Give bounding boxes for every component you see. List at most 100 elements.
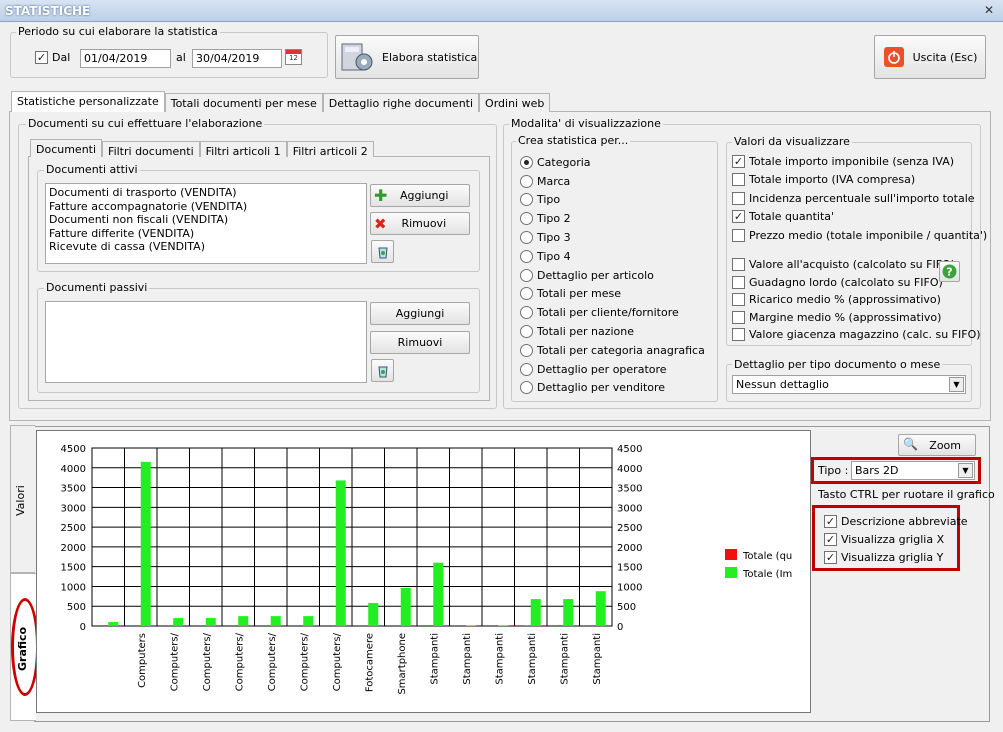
checkbox[interactable] xyxy=(732,275,745,289)
list-item[interactable]: Ricevute di cassa (VENDITA) xyxy=(49,240,363,254)
radio-button[interactable] xyxy=(520,249,533,263)
calendar-icon[interactable]: 12 xyxy=(285,49,302,65)
tab-filtri-articoli-1[interactable]: Filtri articoli 1 xyxy=(199,141,287,158)
radio-option[interactable]: Totali per mese xyxy=(520,285,705,304)
checkbox-option[interactable]: ✓ Descrizione abbreviate xyxy=(824,512,968,530)
list-item[interactable]: Fatture accompagnatorie (VENDITA) xyxy=(49,200,363,214)
radio-button[interactable] xyxy=(520,381,533,395)
date-to-field[interactable]: 30/04/2019 xyxy=(192,49,282,68)
radio-button[interactable] xyxy=(520,155,533,169)
checkbox[interactable]: ✓ xyxy=(732,210,745,224)
radio-option[interactable]: Tipo 4 xyxy=(520,247,705,266)
checkbox[interactable]: ✓ xyxy=(824,514,837,528)
checkbox[interactable] xyxy=(732,173,745,187)
tab-documenti[interactable]: Documenti xyxy=(30,139,103,157)
dal-checkbox-row[interactable]: ✓ Dal xyxy=(35,51,70,64)
tab-totali-documenti[interactable]: Totali documenti per mese xyxy=(164,93,323,112)
tab-ordini-web[interactable]: Ordini web xyxy=(479,93,551,112)
checkbox[interactable] xyxy=(732,191,745,205)
checkbox-option[interactable]: ✓ Totale importo imponibile (senza IVA) xyxy=(732,152,987,171)
elabora-label: Elabora statistica xyxy=(382,50,478,64)
checkbox-option[interactable]: ✓ Visualizza griglia Y xyxy=(824,548,968,566)
tipo-select[interactable]: Bars 2D ▼ xyxy=(851,461,975,480)
radio-label: Dettaglio per operatore xyxy=(537,362,667,376)
radio-button[interactable] xyxy=(520,174,533,188)
attivi-rimuovi-button[interactable]: ✖ Rimuovi xyxy=(370,212,470,235)
help-button[interactable]: ? xyxy=(939,261,960,282)
tab-filtri-documenti[interactable]: Filtri documenti xyxy=(102,141,200,158)
radio-option[interactable]: Marca xyxy=(520,172,705,191)
radio-button[interactable] xyxy=(520,287,533,301)
dettaglio-select[interactable]: Nessun dettaglio ▼ xyxy=(732,375,966,394)
radio-button[interactable] xyxy=(520,362,533,376)
list-item[interactable]: Documenti di trasporto (VENDITA) xyxy=(49,186,363,200)
passivi-rimuovi-button[interactable]: Rimuovi xyxy=(370,331,470,354)
elabora-button[interactable]: Elabora statistica xyxy=(335,35,479,79)
aggiungi-label: Aggiungi xyxy=(399,189,449,202)
close-icon[interactable]: ✕ xyxy=(981,3,997,17)
tab-valori[interactable]: Valori xyxy=(10,425,35,573)
passivi-list[interactable] xyxy=(45,301,367,383)
radio-option[interactable]: Totali per categoria anagrafica xyxy=(520,341,705,360)
radio-button[interactable] xyxy=(520,268,533,282)
checkbox[interactable] xyxy=(732,310,745,324)
zoom-button[interactable]: 🔍 Zoom xyxy=(898,434,976,456)
passivi-clear-button[interactable] xyxy=(371,359,394,382)
radio-option[interactable]: Tipo 2 xyxy=(520,209,705,228)
tab-filtri-articoli-2[interactable]: Filtri articoli 2 xyxy=(286,141,374,158)
checkbox[interactable]: ✓ xyxy=(824,550,837,564)
tab-dettaglio-righe[interactable]: Dettaglio righe documenti xyxy=(322,93,480,112)
checkbox[interactable]: ✓ xyxy=(824,532,837,546)
radio-button[interactable] xyxy=(520,212,533,226)
checkbox[interactable] xyxy=(732,293,745,307)
checkbox-option[interactable]: Valore giacenza magazzino (calc. su FIFO… xyxy=(732,326,981,344)
svg-text:?: ? xyxy=(946,266,952,279)
radio-button[interactable] xyxy=(520,193,533,207)
uscita-button[interactable]: Uscita (Esc) xyxy=(874,35,986,79)
legend-label: Totale (qu xyxy=(742,551,792,562)
x-tick-label: Smartphone xyxy=(397,633,408,695)
radio-option[interactable]: Dettaglio per operatore xyxy=(520,360,705,379)
attivi-clear-button[interactable] xyxy=(371,240,394,263)
radio-option[interactable]: Totali per nazione xyxy=(520,322,705,341)
legend-swatch xyxy=(725,567,737,578)
aggiungi-label: Aggiungi xyxy=(395,307,445,320)
checkbox-option[interactable]: ✓ Totale quantita' xyxy=(732,208,987,227)
list-item[interactable]: Documenti non fiscali (VENDITA) xyxy=(49,213,363,227)
x-tick-label: Stampanti xyxy=(494,633,505,685)
radio-option[interactable]: Dettaglio per venditore xyxy=(520,379,705,398)
uscita-label: Uscita (Esc) xyxy=(912,50,978,64)
radio-option[interactable]: Categoria xyxy=(520,153,705,172)
radio-option[interactable]: Tipo xyxy=(520,191,705,210)
radio-option[interactable]: Tipo 3 xyxy=(520,228,705,247)
checkbox-option[interactable]: Incidenza percentuale sull'importo total… xyxy=(732,189,987,208)
window-title: STATISTICHE xyxy=(5,4,91,18)
passivi-aggiungi-button[interactable]: Aggiungi xyxy=(370,302,470,325)
checkbox-option[interactable]: ✓ Visualizza griglia X xyxy=(824,530,968,548)
checkbox[interactable] xyxy=(732,328,745,342)
checkbox[interactable] xyxy=(732,228,745,242)
checkbox-label: Totale importo (IVA compresa) xyxy=(749,173,916,187)
attivi-list[interactable]: Documenti di trasporto (VENDITA) Fatture… xyxy=(45,183,367,264)
checkbox-option[interactable]: Ricarico medio % (approssimativo) xyxy=(732,291,981,309)
checkbox[interactable] xyxy=(732,258,745,272)
radio-button[interactable] xyxy=(520,343,533,357)
date-from-field[interactable]: 01/04/2019 xyxy=(80,49,171,68)
dropdown-arrow-icon[interactable]: ▼ xyxy=(958,463,973,478)
dal-checkbox[interactable]: ✓ xyxy=(35,51,48,64)
tab-statistiche-personalizzate[interactable]: Statistiche personalizzate xyxy=(11,91,165,112)
radio-option[interactable]: Totali per cliente/fornitore xyxy=(520,303,705,322)
radio-button[interactable] xyxy=(520,306,533,320)
radio-button[interactable] xyxy=(520,231,533,245)
checkbox-option[interactable]: Margine medio % (approssimativo) xyxy=(732,309,981,327)
bar-totale-qu xyxy=(524,625,530,626)
dropdown-arrow-icon[interactable]: ▼ xyxy=(949,377,964,392)
radio-option[interactable]: Dettaglio per articolo xyxy=(520,266,705,285)
checkbox[interactable]: ✓ xyxy=(732,154,745,168)
attivi-aggiungi-button[interactable]: ✚ Aggiungi xyxy=(370,184,470,207)
checkbox-option[interactable]: Prezzo medio (totale imponibile / quanti… xyxy=(732,226,987,245)
bar-totale-im xyxy=(530,599,541,626)
checkbox-option[interactable]: Totale importo (IVA compresa) xyxy=(732,171,987,190)
list-item[interactable]: Fatture differite (VENDITA) xyxy=(49,227,363,241)
radio-button[interactable] xyxy=(520,325,533,339)
